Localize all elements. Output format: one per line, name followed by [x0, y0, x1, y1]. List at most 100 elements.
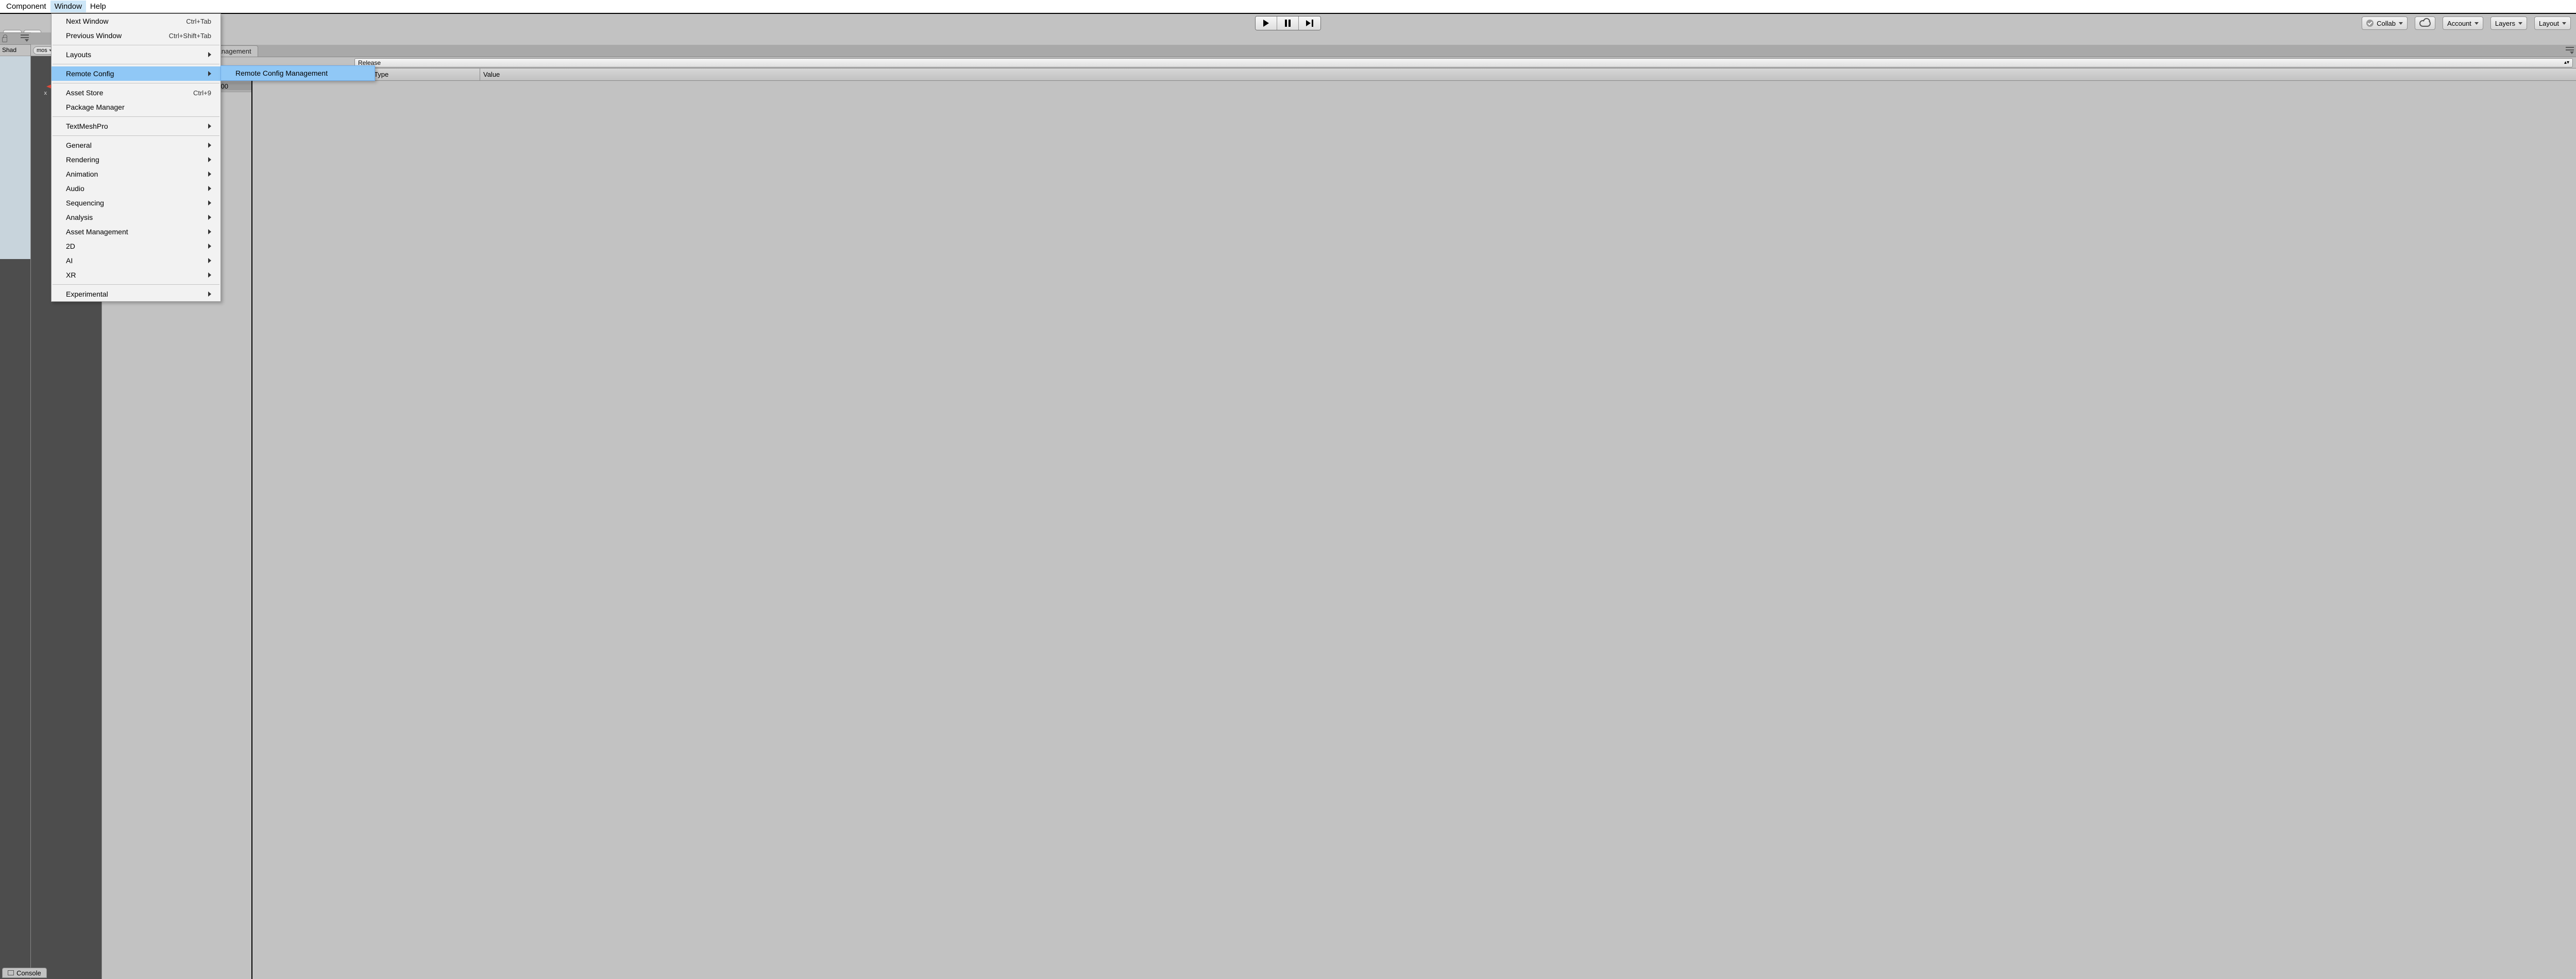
- menu-item-audio[interactable]: Audio: [52, 181, 221, 196]
- collab-dropdown[interactable]: Collab: [2362, 16, 2408, 30]
- cloud-button[interactable]: [2415, 16, 2435, 30]
- chevron-right-icon: [208, 258, 211, 263]
- menu-item-label: 2D: [66, 242, 75, 250]
- left-tabs-row: [0, 32, 31, 45]
- console-label: Console: [16, 969, 41, 977]
- chevron-right-icon: [208, 186, 211, 191]
- menu-shortcut: Ctrl+Shift+Tab: [169, 32, 211, 40]
- menu-item-label: Animation: [66, 170, 98, 178]
- cloud-icon: [2419, 20, 2431, 27]
- menu-item-label: Asset Store: [66, 89, 103, 97]
- menu-item-label: General: [66, 141, 92, 149]
- menu-item-analysis[interactable]: Analysis: [52, 210, 221, 225]
- menu-item-label: AI: [66, 256, 73, 265]
- menu-item-textmeshpro[interactable]: TextMeshPro: [52, 119, 221, 133]
- inspector-tabs-row: i Inspector Services RC Management: [102, 45, 2576, 57]
- menu-item-general[interactable]: General: [52, 138, 221, 152]
- chevron-right-icon: [208, 124, 211, 129]
- axis-x-label: x: [44, 90, 47, 96]
- main-toolbar: Collab Account Layers Layout: [0, 14, 2576, 32]
- col-value[interactable]: Value: [480, 68, 2576, 80]
- menu-item-remote-config[interactable]: Remote Config: [52, 66, 221, 81]
- menu-help[interactable]: Help: [86, 1, 110, 12]
- menu-item-ai[interactable]: AI: [52, 253, 221, 268]
- menu-item-sequencing[interactable]: Sequencing: [52, 196, 221, 210]
- scene-sky-frag: [0, 56, 30, 979]
- chevron-right-icon: [208, 244, 211, 249]
- menu-item-label: Next Window: [66, 17, 108, 25]
- account-label: Account: [2447, 20, 2471, 27]
- rc-split: Enabled Name Priority - All Users 1000 K: [102, 68, 2576, 979]
- play-button[interactable]: [1256, 16, 1277, 30]
- menu-item-next-window[interactable]: Next Window Ctrl+Tab: [52, 14, 221, 28]
- pause-icon: [1285, 20, 1291, 27]
- gizmos-label: mos: [37, 47, 47, 54]
- environment-dropdown[interactable]: Release ▴▾: [354, 58, 2573, 67]
- lock-icon[interactable]: [2, 37, 7, 42]
- chevron-right-icon: [208, 52, 211, 57]
- menu-item-package-manager[interactable]: Package Manager: [52, 100, 221, 114]
- chevron-right-icon: [208, 200, 211, 205]
- menu-item-experimental[interactable]: Experimental: [52, 287, 221, 301]
- menu-shortcut: Ctrl+9: [193, 89, 211, 97]
- menu-item-label: Experimental: [66, 290, 108, 298]
- menu-item-rendering[interactable]: Rendering: [52, 152, 221, 167]
- play-icon: [1263, 20, 1269, 27]
- submenu-item-remote-config-management[interactable]: Remote Config Management: [221, 66, 375, 80]
- menu-item-label: TextMeshPro: [66, 122, 108, 130]
- layers-label: Layers: [2495, 20, 2515, 27]
- layout-dropdown[interactable]: Layout: [2534, 16, 2571, 30]
- pause-button[interactable]: [1277, 16, 1299, 30]
- remote-config-submenu: Remote Config Management: [221, 65, 375, 81]
- menu-component[interactable]: Component: [2, 1, 50, 12]
- chevron-right-icon: [208, 71, 211, 76]
- menu-item-xr[interactable]: XR: [52, 268, 221, 282]
- menu-item-previous-window[interactable]: Previous WindowCtrl+Shift+Tab: [52, 28, 221, 43]
- window-dropdown: Next Window Ctrl+Tab Previous WindowCtrl+S…: [51, 13, 221, 302]
- submenu-item-label: Remote Config Management: [235, 69, 328, 77]
- layers-dropdown[interactable]: Layers: [2490, 16, 2527, 30]
- menu-item-label: Remote Config: [66, 70, 114, 78]
- menu-window[interactable]: Window: [50, 1, 86, 12]
- environment-row: Environment Release ▴▾: [102, 57, 2576, 68]
- menu-item-animation[interactable]: Animation: [52, 167, 221, 181]
- menu-item-2d[interactable]: 2D: [52, 239, 221, 253]
- chevron-down-icon: [2518, 22, 2522, 25]
- menu-item-label: Layouts: [66, 50, 91, 59]
- menu-separator: [53, 116, 219, 117]
- menu-separator: [53, 135, 219, 136]
- shaded-label[interactable]: Shad: [0, 45, 30, 56]
- menu-item-asset-store[interactable]: Asset Store Ctrl+9: [52, 85, 221, 100]
- col-type[interactable]: Type: [371, 68, 480, 80]
- menu-shortcut: Ctrl+Tab: [186, 18, 211, 25]
- chevron-right-icon: [208, 143, 211, 148]
- menu-item-layouts[interactable]: Layouts: [52, 47, 221, 62]
- settings-headers: Key Type Value: [252, 68, 2576, 81]
- chevron-down-icon: [2562, 22, 2566, 25]
- chevron-right-icon: [208, 157, 211, 162]
- menu-item-asset-management[interactable]: Asset Management: [52, 225, 221, 239]
- panels: Shad . Ass mos All: [0, 45, 2576, 979]
- chevron-down-icon: [2475, 22, 2479, 25]
- panel-menu-icon[interactable]: [2566, 47, 2574, 54]
- menu-item-label: Rendering: [66, 156, 99, 164]
- check-icon: [2366, 20, 2374, 27]
- chevron-right-icon: [208, 272, 211, 278]
- chevron-right-icon: [208, 229, 211, 234]
- menu-item-label: Asset Management: [66, 228, 128, 236]
- rc-settings-panel: Key Type Value: [252, 68, 2576, 979]
- editor-area: Collab Account Layers Layout: [0, 13, 2576, 979]
- account-dropdown[interactable]: Account: [2443, 16, 2483, 30]
- step-icon: [1306, 20, 1313, 27]
- menu-item-label: Analysis: [66, 213, 93, 221]
- menu-item-label: XR: [66, 271, 76, 279]
- step-button[interactable]: [1299, 16, 1320, 30]
- menu-item-label: Package Manager: [66, 103, 125, 111]
- chevron-right-icon: [208, 215, 211, 220]
- chevron-right-icon: [208, 171, 211, 177]
- collab-label: Collab: [2377, 20, 2396, 27]
- chevron-down-icon: [2399, 22, 2403, 25]
- panel-menu-icon[interactable]: [21, 35, 29, 42]
- tab-console[interactable]: Console: [2, 968, 47, 978]
- menu-item-label: Sequencing: [66, 199, 104, 207]
